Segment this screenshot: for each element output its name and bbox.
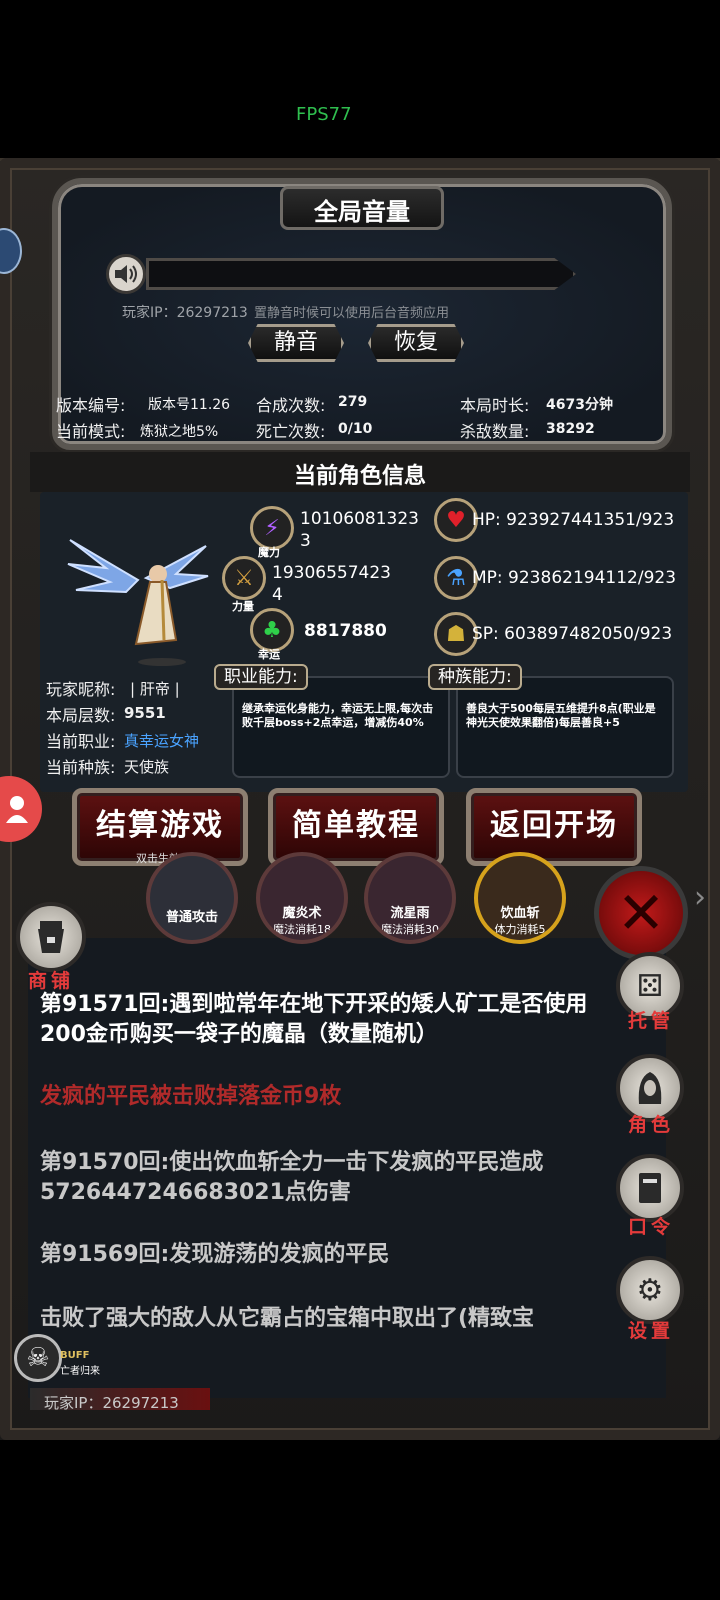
magic-value: 10106081323 3 (300, 509, 419, 551)
floor-label: 本局层数: (46, 706, 116, 725)
log-line: 第91570回:使出饮血斩全力一击下发疯的平民造成572644724668302… (40, 1150, 544, 1205)
volume-title: 全局音量 (314, 198, 410, 226)
skill-name: 饮血斩 (500, 906, 540, 921)
gear-icon[interactable]: ⚙ (616, 1256, 684, 1324)
log-line: 第91571回:遇到啦常年在地下开采的矮人矿工是否使用200金币购买一袋子的魔晶… (40, 992, 588, 1047)
floor-value: 9551 (124, 704, 166, 722)
chevron-right-icon[interactable]: › (694, 880, 706, 915)
job-label: 当前职业: (46, 732, 116, 751)
log-line: 击败了强大的敌人从它霸占的宝箱中取出了(精致宝 (40, 1306, 535, 1331)
skull-icon[interactable]: ☠ (14, 1334, 62, 1382)
mp-value: MP: 923862194112/923 (472, 568, 677, 588)
mode-label: 当前模式: (56, 422, 126, 441)
kills-value: 38292 (546, 421, 595, 437)
mute-tip: 置静音时候可以使用后台音频应用 (254, 306, 450, 321)
race-label: 当前种族: (46, 758, 116, 777)
close-icon[interactable]: ✕ (594, 866, 688, 960)
skill-name: 普通攻击 (165, 910, 218, 925)
sp-value: SP: 603897482050/923 (472, 624, 673, 644)
mode-value: 炼狱之地5% (140, 424, 219, 440)
version-label: 版本编号: (56, 396, 126, 415)
skill-name: 流星雨 (390, 906, 430, 921)
shop-icon[interactable] (16, 902, 86, 972)
power-value: 19306557423 4 (272, 563, 391, 605)
character-section-title: 当前角色信息 (293, 464, 426, 489)
skill-normal-attack[interactable]: 普通攻击 (146, 852, 238, 944)
race-ability-text: 善良大于500每层五维提升8点(职业是神光天使效果翻倍)每层善良+5 (466, 702, 656, 729)
speaker-icon[interactable] (106, 254, 146, 294)
death-label: 死亡次数: (256, 422, 326, 441)
race-ability-box: 善良大于500每层五维提升8点(职业是神光天使效果翻倍)每层善良+5 (456, 676, 674, 778)
hp-value: HP: 923927441351/923 (472, 510, 675, 530)
code-label: 口令 (627, 1216, 674, 1238)
log-line: 发疯的平民被击败掉落金币9枚 (40, 1084, 342, 1109)
fps-counter: FPS77 (296, 104, 352, 125)
craft-value: 279 (338, 394, 368, 410)
skill-blood-slash[interactable]: 饮血斩 体力消耗5 (474, 852, 566, 944)
duration-value: 4673分钟 (546, 397, 613, 413)
duration-label: 本局时长: (460, 396, 530, 415)
skill-fire[interactable]: 魔炎术 魔法消耗18 (256, 852, 348, 944)
race-value: 天使族 (124, 758, 170, 776)
player-ip: 玩家IP：26297213 (122, 305, 248, 321)
power-sub-label: 力量 (232, 600, 254, 613)
restore-button[interactable]: 恢复 (368, 324, 464, 362)
job-ability-text: 继承幸运化身能力，幸运无上限,每次击败千层boss+2点幸运，增减伤40% (242, 702, 434, 729)
race-ability-label: 种族能力: (428, 664, 522, 690)
buff-sub: 亡者归来 (60, 1366, 100, 1377)
job-ability-label: 职业能力: (214, 664, 308, 690)
power-icon: ⚔ (222, 556, 266, 600)
nickname-value: | 肝帝 | (130, 680, 180, 698)
log-line: 第91569回:发现游荡的发疯的平民 (40, 1242, 390, 1267)
character-portrait (66, 520, 210, 670)
mute-button[interactable]: 静音 (248, 324, 344, 362)
death-value: 0/10 (338, 421, 373, 437)
luck-value: 8817880 (304, 621, 387, 641)
magic-sub-label: 魔力 (258, 546, 280, 559)
role-label: 角色 (627, 1114, 674, 1136)
settings-label: 设置 (627, 1320, 674, 1342)
auto-label: 托管 (627, 1010, 674, 1032)
nickname-label: 玩家昵称: (46, 680, 116, 699)
shop-label: 商铺 (27, 970, 74, 992)
volume-slider[interactable] (146, 258, 576, 290)
footer-ip: 玩家IP：26297213 (44, 1394, 179, 1412)
version-value: 版本号11.26 (148, 397, 231, 413)
buff-title: BUFF (60, 1350, 90, 1361)
job-ability-box: 继承幸运化身能力，幸运无上限,每次击败千层boss+2点幸运，增减伤40% (232, 676, 450, 778)
job-value: 真幸运女神 (124, 732, 200, 750)
return-start-button[interactable]: 返回开场 (466, 788, 642, 866)
luck-sub-label: 幸运 (258, 648, 280, 661)
skill-meteor[interactable]: 流星雨 魔法消耗30 (364, 852, 456, 944)
skill-name: 魔炎术 (282, 906, 322, 921)
kills-label: 杀敌数量: (460, 422, 530, 441)
craft-label: 合成次数: (256, 396, 326, 415)
